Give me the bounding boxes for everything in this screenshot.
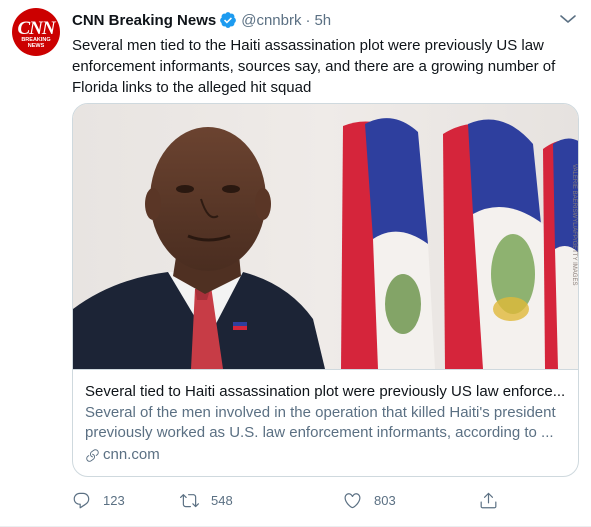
verified-icon <box>220 12 237 28</box>
retweet-count: 548 <box>211 492 233 508</box>
like-icon <box>344 492 361 508</box>
avatar-subtitle-line2: NEWS <box>27 43 45 49</box>
tweet-actions: 123 548 803 <box>72 486 512 514</box>
retweet-button[interactable]: 548 <box>180 486 233 514</box>
separator-dot: · <box>305 11 311 29</box>
card-image[interactable]: VALERIE BAERISWYL/AFP/GETTY IMAGES <box>73 104 578 369</box>
share-button[interactable] <box>479 486 498 514</box>
card-title[interactable]: Several tied to Haiti assassination plot… <box>85 382 568 402</box>
account-handle[interactable]: @cnnbrk <box>241 12 301 29</box>
tweet-timestamp[interactable]: 5h <box>314 12 331 29</box>
avatar[interactable]: CNN BREAKING NEWS <box>12 8 60 56</box>
svg-text:VALERIE BAERISWYL/AFP/GETTY IM: VALERIE BAERISWYL/AFP/GETTY IMAGES <box>571 164 577 285</box>
account-name[interactable]: CNN Breaking News <box>72 12 216 29</box>
card-description: Several of the men involved in the opera… <box>85 404 556 441</box>
tweet-header: CNN Breaking News @cnnbrk · 5h <box>72 11 331 29</box>
reply-icon <box>73 492 90 508</box>
tweet-text: Several men tied to the Haiti assassinat… <box>72 37 556 96</box>
link-card[interactable]: VALERIE BAERISWYL/AFP/GETTY IMAGES Sever… <box>72 103 579 477</box>
reply-count: 123 <box>103 492 125 508</box>
like-count: 803 <box>374 492 396 508</box>
retweet-icon <box>180 493 199 507</box>
link-icon <box>86 448 99 462</box>
like-button[interactable]: 803 <box>343 486 396 514</box>
card-body[interactable]: Several tied to Haiti assassination plot… <box>73 369 578 476</box>
share-icon <box>480 492 497 508</box>
reply-button[interactable]: 123 <box>72 486 125 514</box>
avatar-subtitle: BREAKING NEWS <box>12 37 60 49</box>
card-domain-text[interactable]: cnn.com <box>103 445 160 465</box>
card-domain[interactable]: cnn.com <box>85 445 568 465</box>
tweet[interactable]: CNN BREAKING NEWS CNN Breaking News @cnn… <box>0 0 591 527</box>
card-photo: VALERIE BAERISWYL/AFP/GETTY IMAGES <box>73 104 578 369</box>
more-icon[interactable] <box>559 12 577 26</box>
